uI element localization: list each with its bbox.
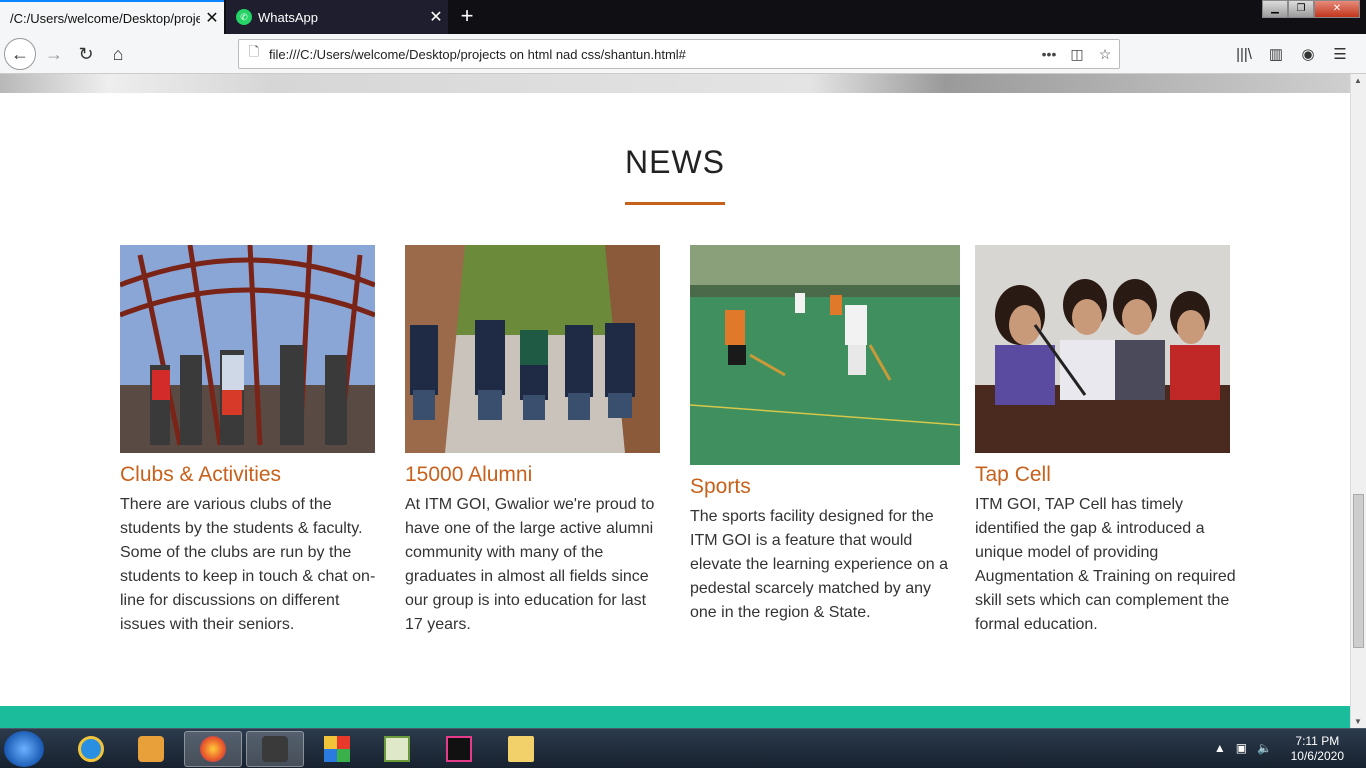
card-text: The sports facility designed for the ITM…: [690, 508, 948, 621]
heading-underline: [625, 202, 725, 205]
system-tray: ▲ ▣ 🔈: [1214, 741, 1272, 755]
new-tab-button[interactable]: +: [456, 4, 478, 28]
minimize-button[interactable]: ▁: [1262, 0, 1288, 18]
clock-time: 7:11 PM: [1295, 734, 1340, 748]
tray-expand-icon[interactable]: ▲: [1214, 741, 1226, 755]
url-bar[interactable]: 🗋 file:///C:/Users/welcome/Desktop/proje…: [238, 39, 1120, 69]
window-controls: ▁ ❐ ✕: [1262, 0, 1360, 18]
clubs-image: [120, 245, 375, 453]
news-heading: NEWS: [625, 144, 725, 180]
sublime-text-icon[interactable]: [246, 731, 304, 767]
sports-image: [690, 245, 960, 465]
system-clock[interactable]: 7:11 PM 10/6/2020: [1291, 734, 1344, 764]
media-player-icon[interactable]: [122, 731, 180, 767]
start-button[interactable]: [4, 731, 44, 767]
alumni-image: [405, 245, 660, 453]
card-title[interactable]: Tap Cell: [975, 463, 1245, 487]
intellij-icon[interactable]: [430, 731, 488, 767]
scroll-up-icon[interactable]: ▲: [1354, 76, 1362, 85]
account-icon[interactable]: ◉: [1292, 38, 1324, 70]
window-close-button[interactable]: ✕: [1314, 0, 1360, 18]
sidebar-icon[interactable]: ▥: [1260, 38, 1292, 70]
scrollbar-thumb[interactable]: [1353, 494, 1364, 648]
news-card-clubs: Clubs & Activities There are various clu…: [120, 245, 390, 637]
header-banner-edge: [0, 74, 1350, 93]
page-actions-icon[interactable]: •••: [1035, 46, 1063, 62]
maximize-button[interactable]: ❐: [1288, 0, 1314, 18]
card-title[interactable]: Clubs & Activities: [120, 463, 390, 487]
card-text: ITM GOI, TAP Cell has timely identified …: [975, 496, 1236, 633]
page-icon: 🗋: [248, 44, 260, 59]
clock-date: 10/6/2020: [1290, 749, 1344, 763]
navigation-toolbar: ← → ↻ ⌂ 🗋 file:///C:/Users/welcome/Deskt…: [0, 34, 1366, 74]
news-card-alumni: 15000 Alumni At ITM GOI, Gwalior we're p…: [405, 245, 675, 637]
tab-bar: /C:/Users/welcome/Desktop/projects ✕ ✆ W…: [0, 0, 1366, 34]
forward-button[interactable]: →: [38, 38, 70, 70]
card-text: There are various clubs of the students …: [120, 496, 376, 633]
network-icon[interactable]: ▣: [1236, 741, 1247, 755]
volume-icon[interactable]: 🔈: [1257, 741, 1272, 755]
close-tab-icon[interactable]: ✕: [424, 7, 448, 27]
tab-title: /C:/Users/welcome/Desktop/projects: [10, 10, 200, 26]
news-card-tapcell: Tap Cell ITM GOI, TAP Cell has timely id…: [975, 245, 1245, 637]
footer-strip: [0, 706, 1350, 728]
card-title[interactable]: 15000 Alumni: [405, 463, 675, 487]
internet-explorer-icon[interactable]: [62, 731, 120, 767]
card-text: At ITM GOI, Gwalior we're proud to have …: [405, 496, 655, 633]
card-title[interactable]: Sports: [690, 475, 960, 499]
news-card-sports: Sports The sports facility designed for …: [690, 245, 960, 625]
url-text[interactable]: file:///C:/Users/welcome/Desktop/project…: [269, 47, 1035, 62]
back-button[interactable]: ←: [4, 38, 36, 70]
pocket-icon[interactable]: ◫: [1063, 46, 1091, 63]
firefox-icon[interactable]: [184, 731, 242, 767]
home-button[interactable]: ⌂: [102, 38, 134, 70]
tab-title: WhatsApp: [258, 9, 318, 25]
vertical-scrollbar[interactable]: ▲ ▼: [1350, 74, 1366, 728]
reload-button[interactable]: ↻: [70, 38, 102, 70]
tab-whatsapp[interactable]: ✆ WhatsApp ✕: [226, 0, 448, 34]
whatsapp-icon: ✆: [236, 9, 252, 25]
office-icon[interactable]: [308, 731, 366, 767]
bookmark-star-icon[interactable]: ☆: [1091, 46, 1119, 63]
right-toolbar: |||\ ▥ ◉ ☰: [1228, 38, 1356, 70]
page-content: NEWS Clubs & Activities There are variou…: [0, 74, 1350, 728]
menu-icon[interactable]: ☰: [1324, 38, 1356, 70]
windows-taskbar: ▲ ▣ 🔈 7:11 PM 10/6/2020: [0, 728, 1366, 768]
file-explorer-icon[interactable]: [492, 731, 550, 767]
tapcell-image: [975, 245, 1230, 453]
library-icon[interactable]: |||\: [1228, 38, 1260, 70]
notepad-plus-icon[interactable]: [368, 731, 426, 767]
scroll-down-icon[interactable]: ▼: [1354, 717, 1362, 726]
tab-shantun[interactable]: /C:/Users/welcome/Desktop/projects ✕: [0, 0, 224, 34]
close-tab-icon[interactable]: ✕: [200, 8, 224, 28]
